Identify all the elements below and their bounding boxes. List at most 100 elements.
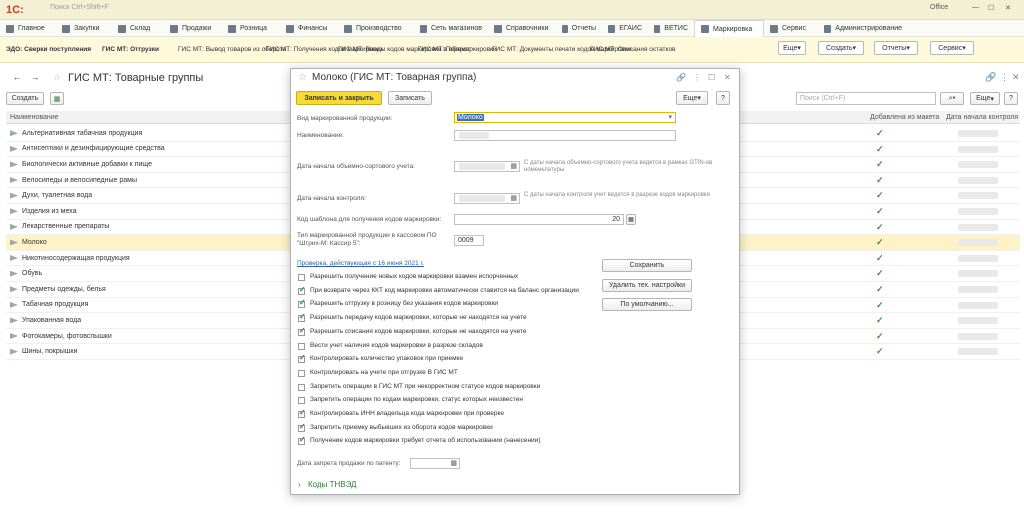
tnved-section[interactable]: Коды ТНВЭД bbox=[308, 480, 356, 489]
close-icon[interactable]: ✕ bbox=[1005, 4, 1011, 12]
option-checkbox[interactable] bbox=[298, 285, 306, 295]
row-expand-icon[interactable] bbox=[10, 348, 18, 355]
option-checkbox[interactable] bbox=[298, 422, 306, 432]
section-5[interactable]: Финансы bbox=[280, 20, 338, 37]
option-checkbox[interactable] bbox=[298, 353, 306, 364]
section-2[interactable]: Склад bbox=[112, 20, 164, 37]
kassa-type-field[interactable]: 0009 bbox=[454, 235, 484, 246]
dialog-close-icon[interactable]: ✕ bbox=[724, 73, 731, 82]
col-added-header[interactable]: Добавлена из макета bbox=[870, 114, 939, 121]
section-14[interactable]: Администрирование bbox=[818, 20, 908, 37]
option-label[interactable]: Разрешить получение новых кодов маркиров… bbox=[310, 273, 518, 280]
section-11[interactable]: ВЕТИС bbox=[648, 20, 694, 37]
option-checkbox[interactable] bbox=[298, 312, 306, 323]
cmd-service-button[interactable]: Сервис ▾ bbox=[930, 41, 974, 55]
save-button[interactable]: Записать bbox=[388, 91, 432, 105]
dialog-link-icon[interactable]: 🔗 bbox=[676, 73, 686, 82]
command-link-3[interactable]: ГИС МТ: Получения кодов маркировки bbox=[260, 46, 383, 54]
command-link-0[interactable]: ЭДО: Сверки поступления bbox=[0, 46, 96, 54]
option-label[interactable]: Разрешить списания кодов маркировки, кот… bbox=[310, 328, 527, 335]
forward-arrow-icon[interactable]: → bbox=[26, 71, 44, 83]
back-arrow-icon[interactable]: ← bbox=[8, 71, 26, 83]
row-expand-icon[interactable] bbox=[10, 161, 18, 168]
section-3[interactable]: Продажи bbox=[164, 20, 222, 37]
section-1[interactable]: Закупки bbox=[56, 20, 112, 37]
minimize-icon[interactable]: — bbox=[972, 4, 979, 11]
excel-icon[interactable]: ▦ bbox=[50, 92, 64, 105]
section-10[interactable]: ЕГАИС bbox=[602, 20, 648, 37]
option-label[interactable]: Контролировать количество упаковок при п… bbox=[310, 355, 463, 362]
option-checkbox[interactable] bbox=[298, 369, 305, 377]
list-search-input[interactable]: Поиск (Ctrl+F) bbox=[796, 92, 936, 105]
row-expand-icon[interactable] bbox=[10, 239, 18, 246]
list-help-button[interactable]: ? bbox=[1004, 92, 1018, 105]
section-13[interactable]: Сервис bbox=[764, 20, 818, 37]
section-7[interactable]: Сеть магазинов bbox=[414, 20, 488, 37]
option-label[interactable]: Контролировать ИНН владельца кода маркир… bbox=[310, 410, 504, 417]
more-vert-icon[interactable]: ⋮ bbox=[1000, 72, 1009, 83]
command-link-4[interactable]: ГИС МТ: Вводы кодов маркировки в оборот bbox=[332, 46, 470, 54]
dialog-more-button[interactable]: Еще ▾ bbox=[676, 91, 708, 105]
option-checkbox[interactable] bbox=[298, 342, 305, 350]
option-checkbox[interactable] bbox=[298, 383, 305, 391]
row-expand-icon[interactable] bbox=[10, 208, 18, 215]
option-label[interactable]: Запретить операции в ГИС МТ при некоррек… bbox=[310, 383, 540, 390]
row-expand-icon[interactable] bbox=[10, 192, 18, 199]
row-expand-icon[interactable] bbox=[10, 286, 18, 293]
command-link-5[interactable]: ГИС МТ: Перемаркировки bbox=[412, 46, 497, 54]
option-label[interactable]: Запретить операции по кодам маркировки, … bbox=[310, 396, 523, 403]
option-checkbox[interactable] bbox=[298, 435, 306, 446]
section-12[interactable]: Маркировка bbox=[694, 20, 764, 37]
global-search[interactable]: Поиск Ctrl+Shift+F bbox=[50, 4, 270, 16]
dialog-star-icon[interactable]: ☆ bbox=[298, 72, 307, 83]
section-0[interactable]: Главное bbox=[0, 20, 56, 37]
list-more-button[interactable]: Еще ▾ bbox=[970, 92, 1000, 105]
delete-tech-settings-button[interactable]: Удалить тех. настройки bbox=[602, 279, 692, 292]
row-expand-icon[interactable] bbox=[10, 177, 18, 184]
option-label[interactable]: При возврате через ККТ код маркировки ав… bbox=[310, 287, 579, 294]
row-expand-icon[interactable] bbox=[10, 270, 18, 277]
date-ban-field[interactable]: ▦ bbox=[410, 458, 460, 469]
template-select-icon[interactable]: ▦ bbox=[626, 214, 636, 225]
section-4[interactable]: Розница bbox=[222, 20, 280, 37]
command-link-7[interactable]: ГИС МТ: Описания остатков bbox=[584, 46, 676, 54]
row-expand-icon[interactable] bbox=[10, 255, 18, 262]
section-8[interactable]: Справочники bbox=[488, 20, 556, 37]
row-expand-icon[interactable] bbox=[10, 301, 18, 308]
list-close-icon[interactable]: ✕ bbox=[1012, 72, 1020, 83]
row-expand-icon[interactable] bbox=[10, 333, 18, 340]
option-label[interactable]: Разрешить передачу кодов маркировки, кот… bbox=[310, 314, 527, 321]
col-name-header[interactable]: Наименование bbox=[10, 114, 59, 121]
list-create-button[interactable]: Создать bbox=[6, 92, 44, 105]
option-label[interactable]: Контролировать на учете при отгрузке В Г… bbox=[310, 369, 458, 376]
dialog-more-icon[interactable]: ⋮ bbox=[693, 73, 701, 82]
default-settings-button[interactable]: По умолчанию... bbox=[602, 298, 692, 311]
kind-select[interactable]: Молоко ▾ bbox=[454, 112, 676, 123]
option-label[interactable]: Вести учет наличия кодов маркировки в ра… bbox=[310, 342, 483, 349]
start-control-field[interactable]: ▦ bbox=[454, 193, 520, 204]
cmd-more-button[interactable]: Еще ▾ bbox=[778, 41, 806, 55]
favorite-star-icon[interactable]: ☆ bbox=[48, 71, 66, 83]
command-link-2[interactable]: ГИС МТ: Вывод товаров из оборота bbox=[172, 46, 286, 54]
link-icon[interactable]: 🔗 bbox=[985, 72, 996, 83]
option-checkbox[interactable] bbox=[298, 298, 306, 309]
row-expand-icon[interactable] bbox=[10, 223, 18, 230]
cmd-create-button[interactable]: Создать ▾ bbox=[818, 41, 864, 55]
row-expand-icon[interactable] bbox=[10, 317, 18, 324]
option-checkbox[interactable] bbox=[298, 408, 306, 418]
template-field[interactable]: 20 bbox=[454, 214, 624, 225]
option-checkbox[interactable] bbox=[298, 326, 306, 336]
section-9[interactable]: Отчеты bbox=[556, 20, 602, 37]
option-label[interactable]: Запретить приемку выбывших из оборота ко… bbox=[310, 424, 493, 431]
save-close-button[interactable]: Записать и закрыть bbox=[296, 91, 382, 105]
name-field[interactable] bbox=[454, 130, 676, 141]
dialog-maximize-icon[interactable]: ☐ bbox=[708, 73, 715, 82]
cmd-reports-button[interactable]: Отчеты ▾ bbox=[874, 41, 918, 55]
row-expand-icon[interactable] bbox=[10, 145, 18, 152]
option-checkbox[interactable] bbox=[298, 274, 305, 281]
command-link-6[interactable]: ГИС МТ: Документы печати кодов маркировк… bbox=[486, 46, 632, 54]
search-icon[interactable]: ⌕▾ bbox=[940, 92, 964, 105]
command-link-1[interactable]: ГИС МТ: Отгрузки bbox=[96, 46, 172, 54]
maximize-icon[interactable]: ☐ bbox=[988, 4, 994, 12]
check-link[interactable]: Проверка, действующая с 16 июня 2021 г. bbox=[297, 260, 424, 267]
